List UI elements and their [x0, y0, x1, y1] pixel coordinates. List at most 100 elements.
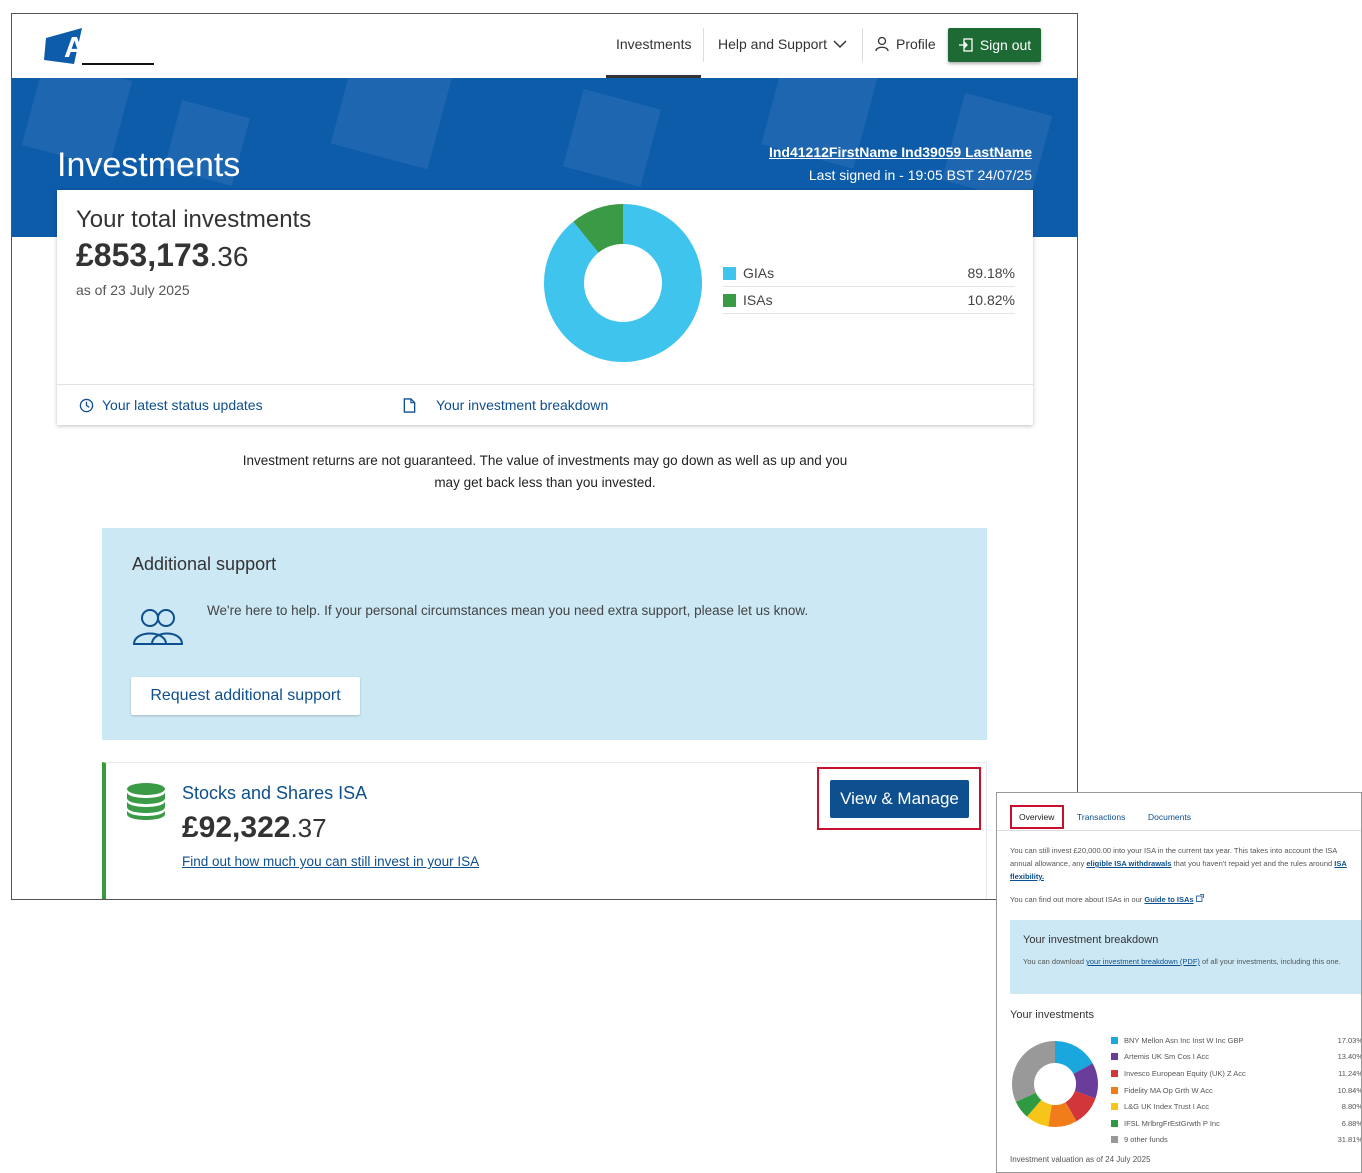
breakdown-text-b: of all your investments, including this … [1199, 957, 1341, 966]
highlight-frame [1010, 805, 1064, 829]
chevron-down-icon [833, 40, 847, 49]
fund-name: IFSL MrlbrgFrEstGrwth P Inc [1124, 1118, 1220, 1128]
funds-donut-chart [1012, 1041, 1098, 1127]
fund-row: Artemis UK Sm Cos I Acc 13.40% [1111, 1049, 1362, 1066]
fund-swatch [1111, 1053, 1118, 1061]
isa-amount-main: £92,322 [182, 811, 291, 844]
fund-row: L&G UK Index Trust I Acc 8.80% [1111, 1098, 1362, 1115]
nav-help-support[interactable]: Help and Support [718, 36, 847, 52]
investment-breakdown-link[interactable]: Your investment breakdown [403, 397, 608, 413]
legend-swatch-gias [723, 266, 736, 280]
breakdown-box: Your investment breakdown You can downlo… [1010, 920, 1361, 994]
fund-pct: 10.84% [1337, 1085, 1362, 1095]
nav-divider [862, 28, 863, 62]
funds-legend: BNY Mellon Asn Inc Inst W Inc GBP 17.03% … [1111, 1032, 1362, 1148]
legend-label-gias: GIAs [743, 265, 775, 281]
donut-slice-ifsl-mrlbrgfrestgrwth-p-inc [1015, 1092, 1042, 1117]
isa-detail-inset: Overview Transactions Documents You can … [996, 792, 1362, 1173]
fund-name: L&G UK Index Trust I Acc [1124, 1102, 1210, 1112]
fund-row: IFSL MrlbrgFrEstGrwth P Inc 6.88% [1111, 1115, 1362, 1132]
fund-name: BNY Mellon Asn Inc Inst W Inc GBP [1124, 1035, 1244, 1045]
donut-slice-l-g-uk-index-trust-i-acc [1026, 1099, 1053, 1127]
breakdown-pdf-link[interactable]: your investment breakdown (PDF) [1086, 957, 1200, 966]
main-screenshot: AEGON Investments Help and Support Profi… [11, 13, 1078, 900]
legend-pct-isas: 10.82% [967, 292, 1015, 308]
support-message: We're here to help. If your personal cir… [207, 603, 809, 618]
valuation-date: Investment valuation as of 24 July 2025 [1010, 1155, 1151, 1164]
fund-name: Invesco European Equity (UK) Z Acc [1124, 1068, 1246, 1078]
banner-pattern [330, 78, 454, 170]
fund-pct: 8.80% [1341, 1102, 1362, 1112]
fund-row: Fidelity MA Op Grth W Acc 10.84% [1111, 1082, 1362, 1099]
fund-pct: 31.81% [1337, 1135, 1362, 1145]
tab-transactions[interactable]: Transactions [1077, 812, 1125, 822]
legend-label-isas: ISAs [743, 292, 773, 308]
guide-to-isas-link[interactable]: Guide to ISAs [1144, 895, 1193, 904]
eligible-withdrawals-link[interactable]: eligible ISA withdrawals [1086, 859, 1171, 868]
request-support-button[interactable]: Request additional support [131, 677, 360, 715]
user-name-link[interactable]: Ind41212FirstName Ind39059 LastName [769, 144, 1032, 160]
total-amount: £853,173.36 [76, 237, 248, 274]
fund-swatch [1111, 1103, 1118, 1111]
investment-disclaimer: Investment returns are not guaranteed. T… [242, 453, 848, 490]
isa-allowance-link[interactable]: Find out how much you can still invest i… [182, 854, 479, 869]
document-icon [403, 397, 416, 413]
card-footer: Your latest status updates Your investme… [57, 384, 1033, 425]
svg-text:AEGON: AEGON [64, 32, 165, 64]
sign-out-button[interactable]: Sign out [948, 28, 1041, 62]
fund-swatch [1111, 1036, 1118, 1044]
external-link-icon [1195, 894, 1204, 902]
user-icon [875, 36, 889, 52]
donut-slice-isas [573, 204, 624, 254]
fund-pct: 6.88% [1341, 1118, 1362, 1128]
tab-documents[interactable]: Documents [1148, 812, 1191, 822]
guide-text: You can find out more about ISAs in our … [1010, 893, 1360, 906]
isa-name[interactable]: Stocks and Shares ISA [182, 783, 367, 804]
support-title: Additional support [132, 554, 277, 574]
total-amount-pence: .36 [209, 241, 249, 272]
fund-row: BNY Mellon Asn Inc Inst W Inc GBP 17.03% [1111, 1032, 1361, 1049]
nav-profile[interactable]: Profile [874, 36, 936, 52]
last-signed-in: Last signed in - 19:05 BST 24/07/25 [808, 167, 1032, 183]
nav-help-label: Help and Support [718, 36, 827, 52]
legend-row-isas: ISAs 10.82% [723, 287, 1015, 314]
fund-name: Artemis UK Sm Cos I Acc [1124, 1052, 1210, 1062]
additional-support-panel: Additional support We're here to help. I… [102, 528, 987, 740]
breakdown-text-a: You can download [1023, 957, 1087, 966]
fund-pct: 13.40% [1337, 1052, 1362, 1062]
investment-breakdown-label: Your investment breakdown [436, 397, 609, 413]
sign-out-label: Sign out [979, 37, 1032, 53]
fund-name: Fidelity MA Op Grth W Acc [1124, 1085, 1213, 1095]
nav-investments[interactable]: Investments [605, 36, 703, 78]
donut-slice-bny-mellon-asn-inc-inst-w-inc-gbp [1054, 1041, 1093, 1075]
people-icon [132, 609, 184, 645]
total-amount-main: £853,173 [76, 237, 210, 273]
aegon-logo: AEGON [44, 28, 166, 65]
tab-bar: Overview Transactions Documents [997, 793, 1361, 831]
isa-amount: £92,322.37 [182, 811, 327, 845]
fund-swatch [1111, 1119, 1118, 1127]
legend-row-gias: GIAs 89.18% [723, 260, 1015, 287]
fund-swatch [1111, 1136, 1118, 1144]
coins-stack-icon [127, 783, 165, 820]
fund-swatch [1111, 1069, 1118, 1077]
fund-swatch [1111, 1086, 1118, 1094]
page-title: Investments [57, 146, 241, 184]
donut-slice-fidelity-ma-op-grth-w-acc [1048, 1101, 1077, 1127]
allowance-text-b: that you haven't repaid yet and the rule… [1171, 859, 1335, 868]
status-updates-link[interactable]: Your latest status updates [79, 397, 263, 413]
fund-pct: 11.24% [1338, 1068, 1362, 1078]
donut-slice-9-other-funds [1012, 1041, 1056, 1102]
top-nav: AEGON Investments Help and Support Profi… [34, 14, 1077, 78]
clock-icon [79, 398, 94, 412]
guide-text-a: You can find out more about ISAs in our [1010, 895, 1145, 904]
total-investments-card: Your total investments £853,173.36 as of… [57, 190, 1033, 425]
sign-out-icon [958, 38, 973, 52]
nav-profile-label: Profile [896, 36, 936, 52]
banner-pattern [563, 89, 661, 187]
fund-name: 9 other funds [1124, 1135, 1168, 1145]
donut-slice-invesco-european-equity-uk-z-acc [1064, 1090, 1096, 1122]
total-label: Your total investments [76, 206, 312, 233]
view-manage-button[interactable]: View & Manage [830, 780, 969, 818]
your-investments-heading: Your investments [1010, 1009, 1094, 1021]
